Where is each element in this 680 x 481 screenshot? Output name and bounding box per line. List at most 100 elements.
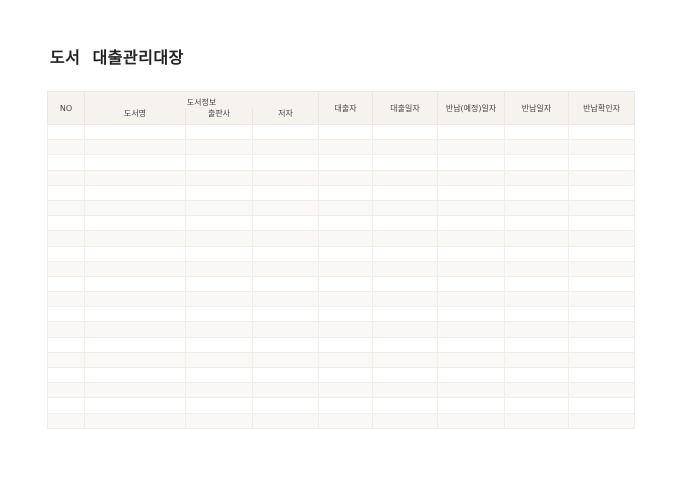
cell-publisher[interactable]	[185, 199, 253, 217]
cell-book-title[interactable]	[84, 336, 186, 353]
cell-author[interactable]	[251, 169, 320, 186]
cell-borrower[interactable]	[318, 306, 374, 323]
cell-publisher[interactable]	[185, 351, 253, 369]
cell-borrower[interactable]	[318, 184, 374, 201]
cell-publisher[interactable]	[185, 336, 253, 353]
cell-return-date[interactable]	[504, 260, 570, 277]
cell-return-date[interactable]	[504, 397, 570, 414]
cell-return-check[interactable]	[568, 169, 636, 186]
cell-no[interactable]	[47, 321, 85, 338]
cell-no[interactable]	[47, 366, 85, 384]
cell-book-title[interactable]	[84, 245, 186, 262]
cell-book-title[interactable]	[84, 215, 186, 232]
cell-due-date[interactable]	[437, 154, 506, 171]
cell-due-date[interactable]	[437, 245, 506, 262]
cell-return-check[interactable]	[568, 154, 636, 171]
cell-return-check[interactable]	[568, 366, 636, 384]
cell-return-date[interactable]	[504, 169, 570, 186]
cell-borrower[interactable]	[318, 336, 374, 353]
cell-loan-date[interactable]	[372, 382, 439, 399]
cell-no[interactable]	[47, 291, 85, 308]
cell-return-date[interactable]	[504, 230, 570, 247]
cell-publisher[interactable]	[185, 397, 253, 414]
cell-publisher[interactable]	[185, 230, 253, 247]
cell-no[interactable]	[47, 215, 85, 232]
cell-borrower[interactable]	[318, 169, 374, 186]
cell-borrower[interactable]	[318, 199, 374, 217]
cell-due-date[interactable]	[437, 230, 506, 247]
cell-loan-date[interactable]	[372, 154, 439, 171]
cell-return-date[interactable]	[504, 184, 570, 201]
cell-no[interactable]	[47, 306, 85, 323]
cell-borrower[interactable]	[318, 215, 374, 232]
cell-due-date[interactable]	[437, 291, 506, 308]
cell-publisher[interactable]	[185, 382, 253, 399]
cell-loan-date[interactable]	[372, 123, 439, 141]
cell-due-date[interactable]	[437, 412, 506, 429]
cell-book-title[interactable]	[84, 366, 186, 384]
cell-due-date[interactable]	[437, 123, 506, 141]
cell-book-title[interactable]	[84, 382, 186, 399]
cell-return-check[interactable]	[568, 215, 636, 232]
cell-no[interactable]	[47, 412, 85, 429]
cell-return-date[interactable]	[504, 366, 570, 384]
cell-publisher[interactable]	[185, 139, 253, 156]
cell-author[interactable]	[251, 397, 320, 414]
cell-book-title[interactable]	[84, 275, 186, 293]
cell-no[interactable]	[47, 230, 85, 247]
cell-author[interactable]	[251, 123, 320, 141]
cell-book-title[interactable]	[84, 306, 186, 323]
cell-publisher[interactable]	[185, 291, 253, 308]
cell-book-title[interactable]	[84, 351, 186, 369]
cell-loan-date[interactable]	[372, 215, 439, 232]
cell-loan-date[interactable]	[372, 351, 439, 369]
cell-due-date[interactable]	[437, 306, 506, 323]
cell-loan-date[interactable]	[372, 139, 439, 156]
cell-return-check[interactable]	[568, 260, 636, 277]
cell-borrower[interactable]	[318, 123, 374, 141]
cell-loan-date[interactable]	[372, 260, 439, 277]
cell-author[interactable]	[251, 260, 320, 277]
cell-no[interactable]	[47, 139, 85, 156]
cell-return-check[interactable]	[568, 397, 636, 414]
cell-due-date[interactable]	[437, 275, 506, 293]
cell-return-date[interactable]	[504, 291, 570, 308]
cell-return-check[interactable]	[568, 291, 636, 308]
cell-book-title[interactable]	[84, 321, 186, 338]
cell-no[interactable]	[47, 154, 85, 171]
cell-no[interactable]	[47, 245, 85, 262]
cell-due-date[interactable]	[437, 184, 506, 201]
cell-return-check[interactable]	[568, 275, 636, 293]
cell-return-check[interactable]	[568, 184, 636, 201]
cell-publisher[interactable]	[185, 245, 253, 262]
cell-borrower[interactable]	[318, 321, 374, 338]
cell-publisher[interactable]	[185, 123, 253, 141]
cell-no[interactable]	[47, 184, 85, 201]
cell-no[interactable]	[47, 351, 85, 369]
cell-loan-date[interactable]	[372, 275, 439, 293]
cell-no[interactable]	[47, 199, 85, 217]
cell-author[interactable]	[251, 321, 320, 338]
cell-return-check[interactable]	[568, 336, 636, 353]
cell-author[interactable]	[251, 184, 320, 201]
cell-author[interactable]	[251, 215, 320, 232]
cell-borrower[interactable]	[318, 351, 374, 369]
cell-borrower[interactable]	[318, 291, 374, 308]
cell-return-check[interactable]	[568, 245, 636, 262]
cell-due-date[interactable]	[437, 260, 506, 277]
cell-loan-date[interactable]	[372, 366, 439, 384]
cell-return-date[interactable]	[504, 123, 570, 141]
cell-author[interactable]	[251, 199, 320, 217]
cell-return-date[interactable]	[504, 382, 570, 399]
cell-return-date[interactable]	[504, 412, 570, 429]
cell-book-title[interactable]	[84, 397, 186, 414]
cell-loan-date[interactable]	[372, 291, 439, 308]
cell-borrower[interactable]	[318, 275, 374, 293]
cell-due-date[interactable]	[437, 215, 506, 232]
cell-due-date[interactable]	[437, 397, 506, 414]
cell-return-check[interactable]	[568, 382, 636, 399]
cell-book-title[interactable]	[84, 412, 186, 429]
cell-loan-date[interactable]	[372, 336, 439, 353]
cell-book-title[interactable]	[84, 139, 186, 156]
cell-loan-date[interactable]	[372, 199, 439, 217]
